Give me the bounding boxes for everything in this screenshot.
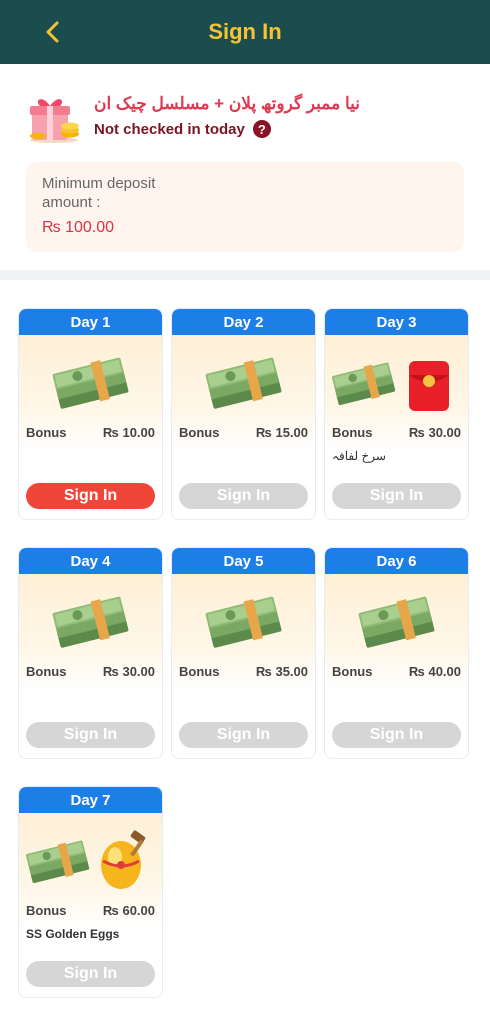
red-envelope-icon [409,361,449,411]
sign-in-button[interactable]: Sign In [332,483,461,509]
money-stack-icon [26,840,90,884]
sign-in-button[interactable]: Sign In [26,961,155,987]
bonus-label: Bonus [179,425,220,440]
money-stack-icon [52,357,129,409]
deposit-label: Minimum deposit amount : [42,175,156,211]
money-stack-icon [332,362,396,406]
day-grid: Day 1 Bonus ₨ 10.00 Sign In Day 2 Bonus … [0,280,490,1020]
extra-reward-label: سرخ لفافہ [332,449,386,463]
bonus-label: Bonus [332,425,373,440]
sign-in-button[interactable]: Sign In [26,483,155,509]
back-arrow-icon[interactable] [40,18,68,46]
section-divider [0,270,490,280]
day-card: Day 5 Bonus ₨ 35.00 Sign In [171,547,316,759]
bonus-amount: ₨ 35.00 [255,664,308,679]
day-label: Day 2 [172,309,315,335]
day-card: Day 6 Bonus ₨ 40.00 Sign In [324,547,469,759]
day-label: Day 6 [325,548,468,574]
bonus-label: Bonus [26,425,67,440]
day-label: Day 7 [19,787,162,813]
bonus-label: Bonus [26,903,67,918]
extra-reward-label: SS Golden Eggs [26,927,120,941]
day-label: Day 1 [19,309,162,335]
money-stack-icon [205,357,282,409]
day-card: Day 1 Bonus ₨ 10.00 Sign In [18,308,163,520]
bonus-label: Bonus [332,664,373,679]
money-stack-icon [358,596,435,648]
promo-section: نیا ممبر گروتھ پلان + مسلسل چیک ان Not c… [0,64,490,270]
sign-in-button[interactable]: Sign In [332,722,461,748]
day-card: Day 7 Bonus ₨ 60.00 SS Golden Eggs Sign … [18,786,163,998]
golden-egg-icon [101,830,146,889]
minimum-deposit-box: Minimum deposit amount : ₨ 100.00 [26,162,464,252]
promo-title: نیا ممبر گروتھ پلان + مسلسل چیک ان [94,94,360,113]
bonus-label: Bonus [179,664,220,679]
help-icon[interactable]: ? [252,120,271,138]
day-card: Day 4 Bonus ₨ 30.00 Sign In [18,547,163,759]
sign-in-button[interactable]: Sign In [179,722,308,748]
sign-in-button[interactable]: Sign In [179,483,308,509]
sign-in-button[interactable]: Sign In [26,722,155,748]
deposit-value: ₨ 100.00 [42,219,115,236]
money-stack-icon [52,596,129,648]
money-stack-icon [205,596,282,648]
page-title: Sign In [208,19,282,44]
day-label: Day 3 [325,309,468,335]
bonus-amount: ₨ 15.00 [255,425,308,440]
day-label: Day 5 [172,548,315,574]
day-card: Day 3 Bonus ₨ 30.00 سرخ لفافہ Sign In [324,308,469,520]
check-in-status: Not checked in today [94,120,245,138]
app-header: Sign In [0,0,490,64]
day-label: Day 4 [19,548,162,574]
day-card: Day 2 Bonus ₨ 15.00 Sign In [171,308,316,520]
bonus-amount: ₨ 10.00 [102,425,155,440]
gift-box-icon [30,99,79,143]
bonus-amount: ₨ 30.00 [408,425,461,440]
bonus-amount: ₨ 30.00 [102,664,155,679]
bonus-amount: ₨ 40.00 [408,664,461,679]
bonus-amount: ₨ 60.00 [102,903,155,918]
bonus-label: Bonus [26,664,67,679]
